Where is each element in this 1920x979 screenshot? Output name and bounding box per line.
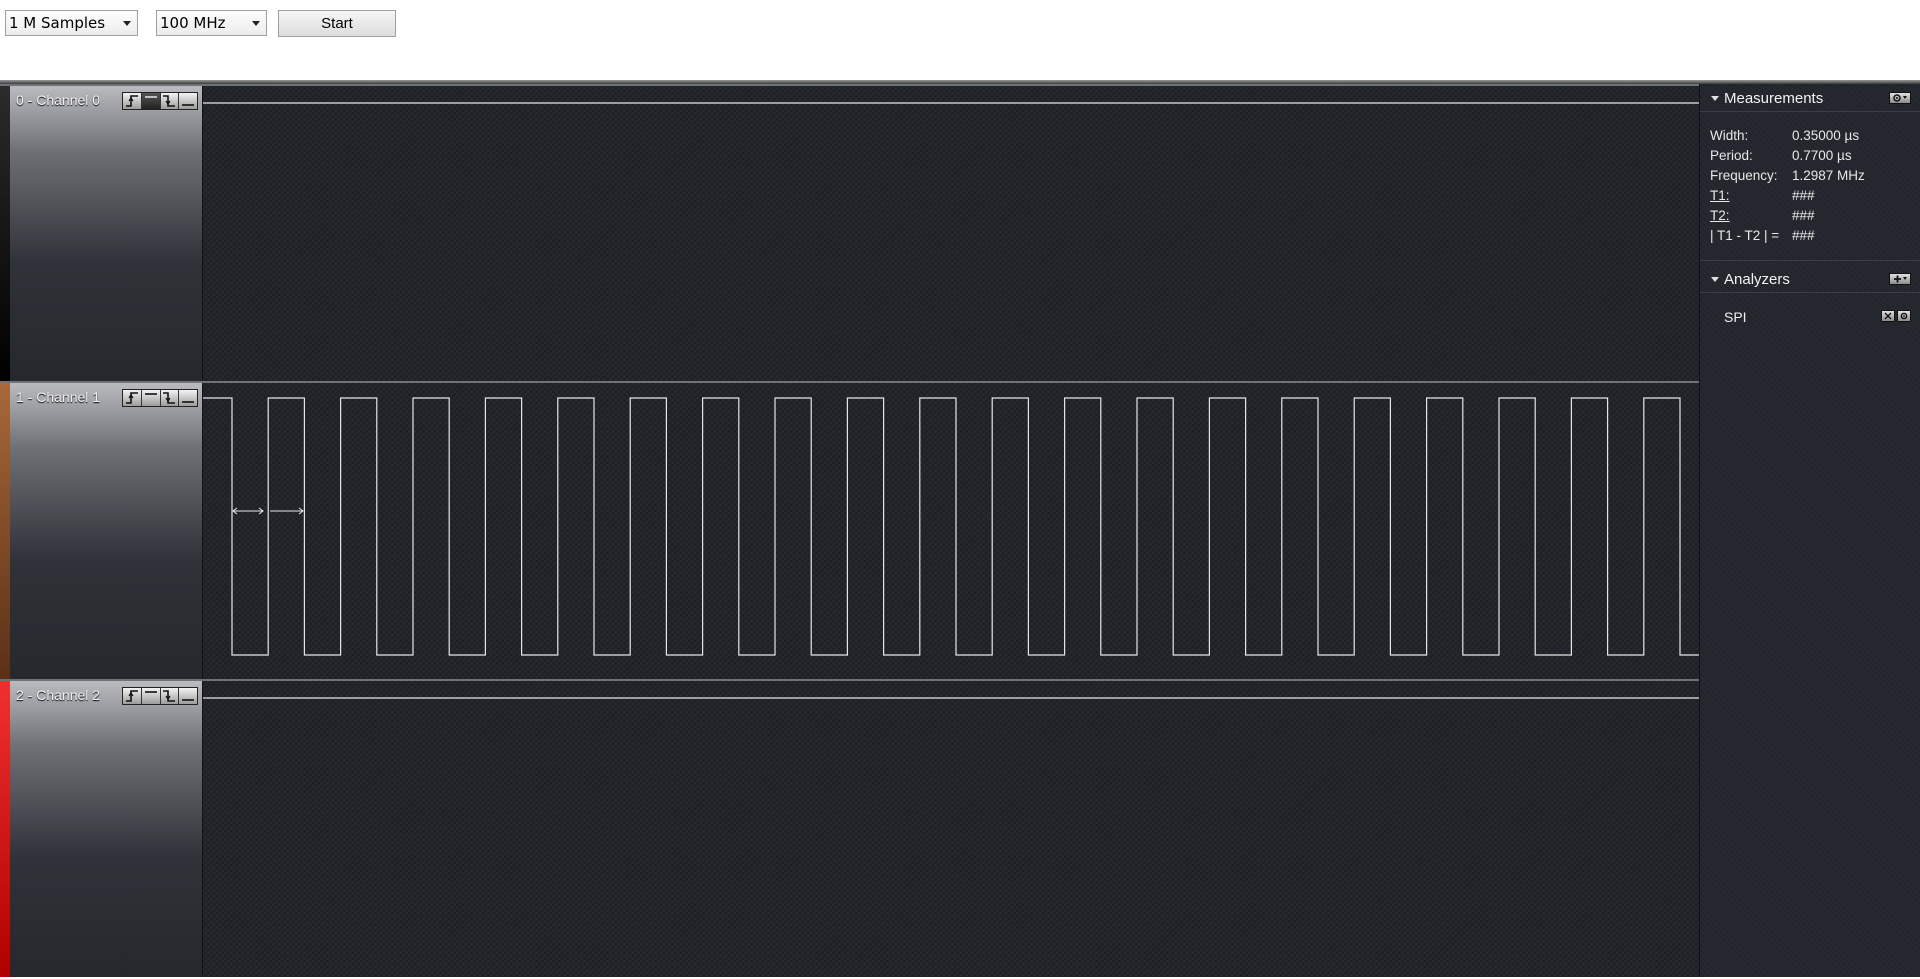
analyzer-name: SPI: [1724, 309, 1747, 325]
measurement-row: T2: ###: [1710, 208, 1915, 228]
panel-divider: [1700, 260, 1920, 261]
falling-edge-trigger-button[interactable]: [160, 688, 180, 704]
channel-label-panel[interactable]: 2 - Channel 2: [10, 681, 203, 977]
low-level-trigger-button[interactable]: [179, 390, 197, 406]
measurement-value: 1.2987 MHz: [1792, 168, 1865, 183]
rising-edge-trigger-button[interactable]: [123, 390, 142, 406]
analyzers-header[interactable]: Analyzers: [1700, 265, 1920, 293]
dropdown-arrow-icon: [123, 21, 131, 26]
channel-waveform-area[interactable]: [203, 681, 1699, 977]
analyzer-actions: [1881, 310, 1911, 322]
high-level-icon: [144, 393, 157, 395]
channel-row-2: 2 - Channel 2: [0, 679, 1699, 977]
channel-label-panel[interactable]: 1 - Channel 1: [10, 383, 203, 679]
side-panel: Measurements Width: 0.35000 µs Period: 0.7…: [1699, 84, 1920, 977]
waveform-trace: [203, 697, 1699, 699]
channel-row-0: 0 - Channel 0: [0, 84, 1699, 381]
sample-rate-value: 100 MHz: [160, 14, 226, 32]
analyzer-settings-button[interactable]: [1897, 310, 1911, 322]
falling-edge-icon: [163, 690, 176, 702]
high-level-icon: [144, 96, 157, 98]
trigger-button-group: [122, 92, 198, 110]
trigger-button-group: [122, 687, 198, 705]
sample-rate-dropdown[interactable]: 100 MHz: [156, 10, 267, 36]
high-level-trigger-button[interactable]: [141, 688, 161, 704]
remove-analyzer-button[interactable]: [1881, 310, 1895, 322]
channel-color-strip: [0, 681, 10, 977]
channel-row-1: 1 - Channel 1: [0, 381, 1699, 679]
gear-icon: [1893, 94, 1907, 102]
channel-color-strip: [0, 86, 10, 381]
measurements-settings-button[interactable]: [1889, 92, 1911, 104]
measurement-row: | T1 - T2 | = ###: [1710, 228, 1915, 248]
waveform-trace: [203, 397, 1699, 656]
measurement-value: ###: [1792, 228, 1815, 243]
collapse-caret-icon[interactable]: [1711, 277, 1719, 282]
measurement-label: Period:: [1710, 148, 1753, 163]
measurement-value: ###: [1792, 188, 1815, 203]
high-level-trigger-button[interactable]: [141, 93, 161, 109]
capture-workspace: 0 - Channel 0 1 - Channel 1 2 - Channel …: [0, 80, 1920, 977]
sample-count-dropdown[interactable]: 1 M Samples: [5, 10, 138, 36]
channel-name: 0 - Channel 0: [16, 92, 101, 108]
channel-waveform-area[interactable]: [203, 86, 1699, 381]
rising-edge-trigger-button[interactable]: [123, 688, 142, 704]
low-level-trigger-button[interactable]: [179, 688, 197, 704]
measurement-value: 0.35000 µs: [1792, 128, 1860, 143]
channel-name: 1 - Channel 1: [16, 389, 101, 405]
channel-color-strip: [0, 383, 10, 679]
low-level-trigger-button[interactable]: [179, 93, 197, 109]
gear-icon: [1900, 312, 1908, 320]
measurement-value: 0.7700 µs: [1792, 148, 1852, 163]
measurements-title: Measurements: [1724, 90, 1824, 107]
falling-edge-icon: [163, 95, 176, 107]
trigger-button-group: [122, 389, 198, 407]
measurement-label: | T1 - T2 | =: [1710, 228, 1780, 243]
analyzers-title: Analyzers: [1724, 271, 1790, 288]
waveform-trace: [203, 102, 1699, 104]
measurement-row: Period: 0.7700 µs: [1710, 148, 1915, 168]
channel-label-panel[interactable]: 0 - Channel 0: [10, 86, 203, 381]
measurements-header[interactable]: Measurements: [1700, 84, 1920, 112]
rising-edge-trigger-button[interactable]: [123, 93, 142, 109]
sample-count-value: 1 M Samples: [9, 14, 106, 32]
start-button[interactable]: Start: [278, 10, 396, 37]
plus-icon: [1894, 275, 1907, 283]
low-level-icon: [182, 401, 195, 403]
falling-edge-trigger-button[interactable]: [160, 390, 180, 406]
low-level-icon: [182, 104, 195, 106]
analyzer-item[interactable]: SPI: [1700, 305, 1920, 331]
close-icon: [1884, 312, 1892, 320]
collapse-caret-icon[interactable]: [1711, 96, 1719, 101]
measurement-value: ###: [1792, 208, 1815, 223]
channel-waveform-area[interactable]: [203, 383, 1699, 679]
timing-marker-t1-link[interactable]: T1:: [1710, 188, 1792, 203]
rising-edge-icon: [125, 392, 138, 404]
measurement-label: Frequency:: [1710, 168, 1778, 183]
measurement-row: T1: ###: [1710, 188, 1915, 208]
timing-marker-t2-link[interactable]: T2:: [1710, 208, 1792, 223]
dropdown-arrow-icon: [252, 21, 260, 26]
measurement-row: Frequency: 1.2987 MHz: [1710, 168, 1915, 188]
measurement-row: Width: 0.35000 µs: [1710, 128, 1915, 148]
high-level-trigger-button[interactable]: [141, 390, 161, 406]
falling-edge-icon: [163, 392, 176, 404]
rising-edge-icon: [125, 690, 138, 702]
add-analyzer-button[interactable]: [1889, 273, 1911, 285]
measurements-list: Width: 0.35000 µs Period: 0.7700 µs Freque…: [1710, 128, 1915, 248]
toolbar: 1 M Samples 100 MHz Start: [0, 0, 1920, 80]
channel-name: 2 - Channel 2: [16, 687, 101, 703]
rising-edge-icon: [125, 95, 138, 107]
measurement-label: Width:: [1710, 128, 1749, 143]
falling-edge-trigger-button[interactable]: [160, 93, 180, 109]
high-level-icon: [144, 691, 157, 693]
low-level-icon: [182, 699, 195, 701]
